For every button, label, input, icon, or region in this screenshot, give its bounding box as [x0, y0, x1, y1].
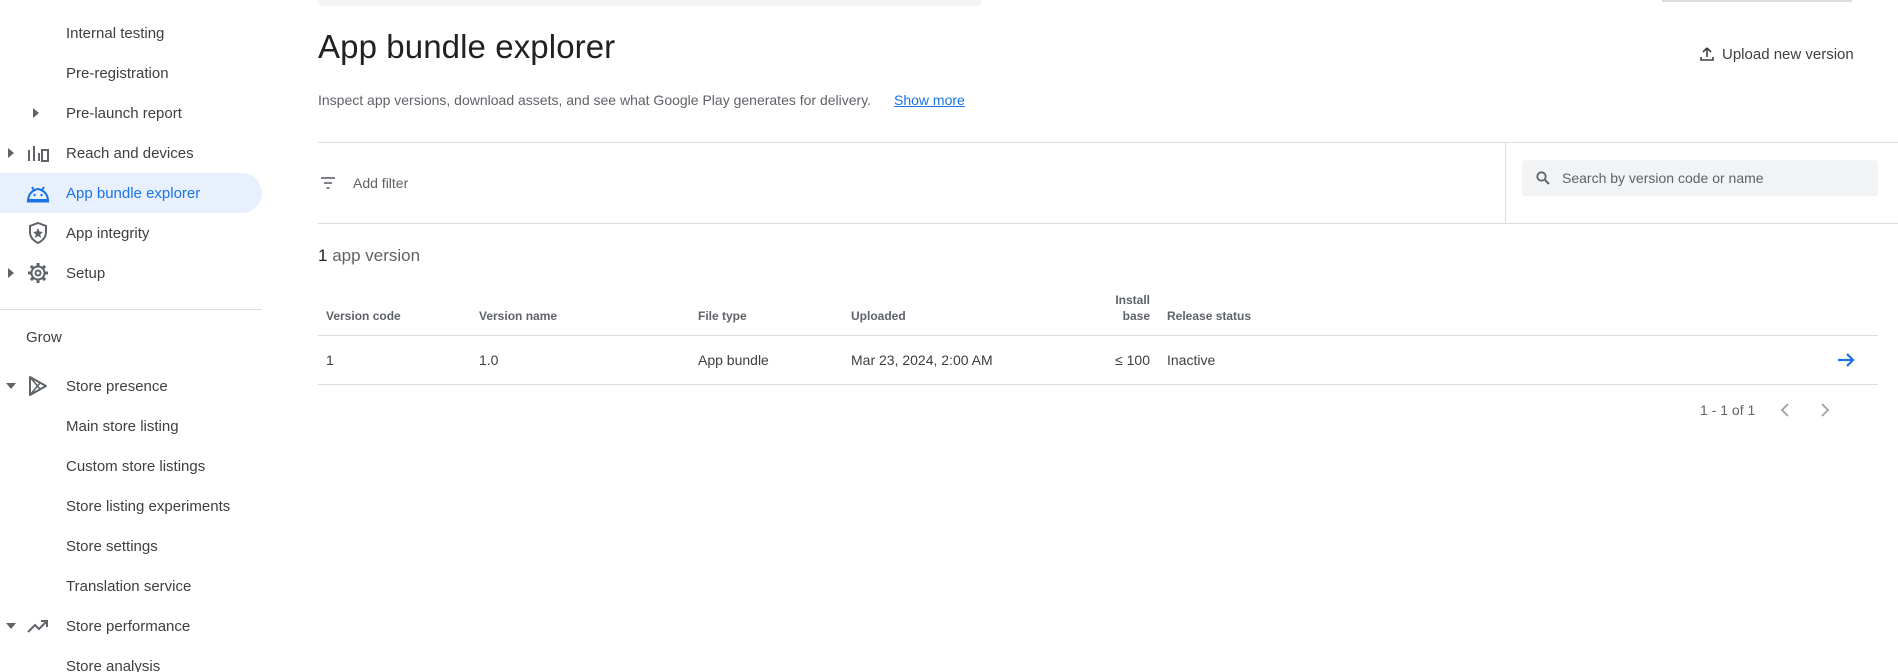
sidebar-item-label: Reach and devices — [66, 144, 194, 162]
cell-version-name: 1.0 — [479, 352, 499, 368]
column-header-uploaded[interactable]: Uploaded — [851, 308, 906, 324]
chevron-right-icon — [1820, 402, 1830, 418]
pagination: 1 - 1 of 1 — [1700, 396, 1839, 424]
cell-version-code: 1 — [326, 352, 334, 368]
cell-file-type: App bundle — [698, 352, 769, 368]
caret-right-icon[interactable] — [4, 266, 18, 280]
sidebar-item-reach-and-devices[interactable]: Reach and devices — [0, 133, 262, 173]
sidebar-item-store-analysis[interactable]: Store analysis — [0, 646, 262, 672]
sidebar-item-store-presence[interactable]: Store presence — [0, 366, 262, 406]
chevron-left-icon — [1780, 402, 1790, 418]
sidebar-item-label: Translation service — [66, 577, 192, 595]
sidebar-item-translation-service[interactable]: Translation service — [0, 566, 262, 606]
sidebar-item-label: Main store listing — [66, 417, 179, 435]
bar-chart-icon — [26, 141, 50, 165]
column-header-release-status[interactable]: Release status — [1167, 308, 1251, 324]
sidebar: Internal testing Pre-registration Pre-la… — [0, 0, 262, 672]
sidebar-item-pre-registration[interactable]: Pre-registration — [0, 53, 262, 93]
sidebar-item-custom-store-listings[interactable]: Custom store listings — [0, 446, 262, 486]
install-base-label-line2: base — [1122, 309, 1150, 323]
sidebar-item-label: Store analysis — [66, 657, 161, 672]
sidebar-item-store-performance[interactable]: Store performance — [0, 606, 262, 646]
filter-icon — [319, 174, 337, 192]
app-versions-table: Version code Version name File type Uplo… — [318, 282, 1878, 385]
upload-button-label: Upload new version — [1722, 45, 1854, 63]
filter-divider — [1505, 143, 1506, 223]
sidebar-item-main-store-listing[interactable]: Main store listing — [0, 406, 262, 446]
install-base-label-line1: Install — [1115, 293, 1150, 307]
add-filter-button[interactable]: Add filter — [318, 143, 408, 223]
cell-install-base: ≤ 100 — [1115, 352, 1150, 368]
sidebar-divider — [0, 309, 262, 310]
sidebar-item-app-bundle-explorer[interactable]: App bundle explorer — [0, 173, 262, 213]
sidebar-item-label: Store presence — [66, 377, 168, 395]
sidebar-item-label: Store settings — [66, 537, 158, 555]
filter-bar: Add filter — [318, 142, 1898, 224]
caret-right-icon[interactable] — [4, 146, 18, 160]
caret-down-icon[interactable] — [4, 379, 18, 393]
sidebar-item-label: Pre-registration — [66, 64, 169, 82]
column-header-install-base[interactable]: Install base — [1078, 292, 1150, 324]
cell-release-status: Inactive — [1167, 352, 1216, 368]
caret-right-icon[interactable] — [33, 106, 43, 120]
show-more-link[interactable]: Show more — [894, 92, 965, 108]
column-header-version-name[interactable]: Version name — [479, 308, 557, 324]
sidebar-item-setup[interactable]: Setup — [0, 253, 262, 293]
next-page-button[interactable] — [1811, 396, 1839, 424]
add-filter-label: Add filter — [353, 175, 409, 191]
sidebar-item-label: Setup — [66, 264, 106, 282]
page-description: Inspect app versions, download assets, a… — [318, 92, 872, 108]
shield-icon — [26, 221, 50, 245]
pagination-range: 1 - 1 of 1 — [1700, 402, 1756, 418]
sidebar-item-label: Internal testing — [66, 24, 165, 42]
gear-icon — [26, 261, 50, 285]
arrow-right-icon[interactable] — [1834, 348, 1858, 372]
count-suffix: app version — [327, 246, 421, 265]
sidebar-item-label: Pre-launch report — [66, 104, 182, 122]
caret-down-icon[interactable] — [4, 619, 18, 633]
sidebar-section-grow: Grow — [26, 329, 62, 346]
table-header: Version code Version name File type Uplo… — [318, 282, 1878, 336]
cell-uploaded: Mar 23, 2024, 2:00 AM — [851, 352, 993, 368]
column-header-file-type[interactable]: File type — [698, 308, 747, 324]
upload-icon — [1700, 47, 1714, 61]
android-icon — [26, 181, 50, 205]
sidebar-item-label: App integrity — [66, 224, 150, 242]
trending-up-icon — [26, 614, 50, 638]
sidebar-item-label: Store performance — [66, 617, 191, 635]
upload-new-version-button[interactable]: Upload new version — [1700, 40, 1854, 68]
search-input[interactable] — [1562, 170, 1862, 186]
app-version-count: 1 app version — [318, 246, 420, 266]
top-button-edge — [1662, 0, 1852, 2]
table-row[interactable]: 1 1.0 App bundle Mar 23, 2024, 2:00 AM ≤… — [318, 336, 1878, 385]
sidebar-item-label: Store listing experiments — [66, 497, 231, 515]
top-search-strip — [318, 0, 982, 6]
sidebar-item-store-settings[interactable]: Store settings — [0, 526, 262, 566]
sidebar-item-pre-launch-report[interactable]: Pre-launch report — [0, 93, 262, 133]
sidebar-item-label: App bundle explorer — [66, 184, 201, 202]
sidebar-item-internal-testing[interactable]: Internal testing — [0, 13, 262, 53]
previous-page-button[interactable] — [1771, 396, 1799, 424]
column-header-version-code[interactable]: Version code — [326, 308, 401, 324]
search-box[interactable] — [1522, 160, 1878, 196]
page-title: App bundle explorer — [318, 28, 616, 65]
play-icon — [26, 374, 50, 398]
search-icon — [1536, 170, 1552, 186]
sidebar-item-app-integrity[interactable]: App integrity — [0, 213, 262, 253]
sidebar-item-store-listing-experiments[interactable]: Store listing experiments — [0, 486, 262, 526]
sidebar-item-label: Custom store listings — [66, 457, 206, 475]
